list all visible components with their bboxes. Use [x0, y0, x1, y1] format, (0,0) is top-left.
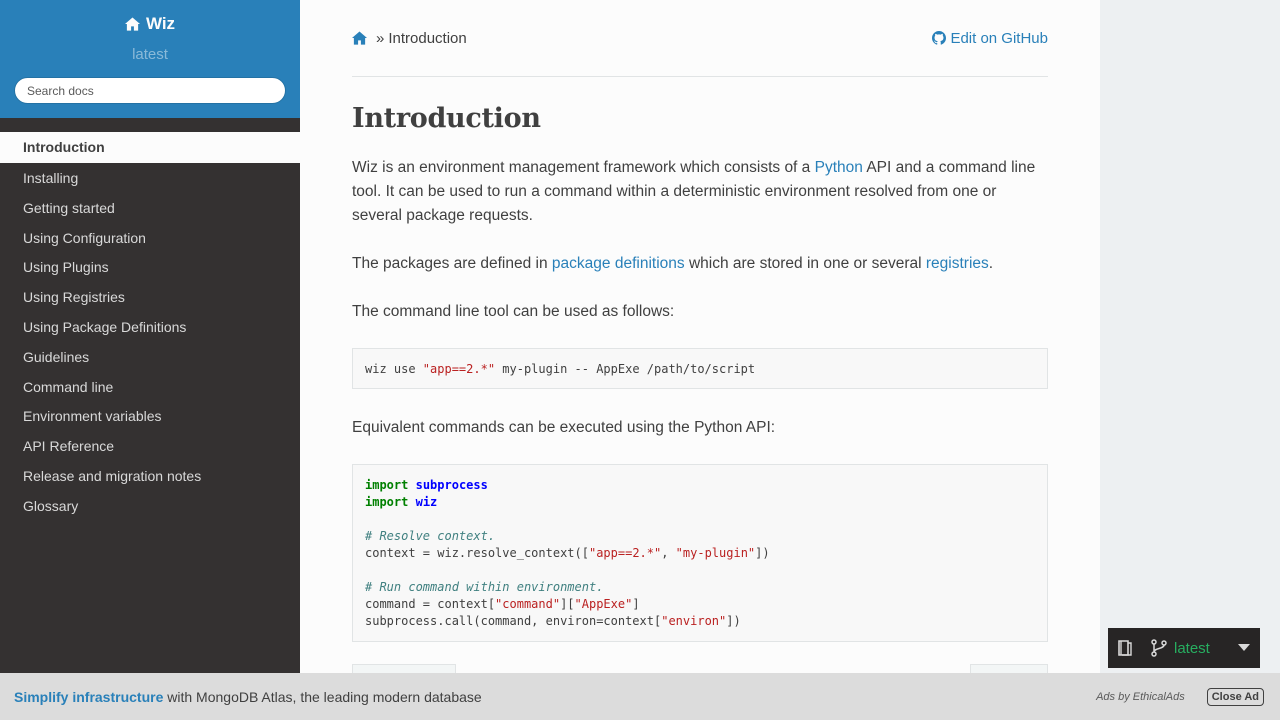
code-text: ][	[560, 597, 575, 611]
home-icon	[124, 17, 140, 31]
code-module: subprocess	[415, 478, 488, 492]
page-title: Introduction	[352, 103, 541, 134]
project-title: Wiz	[145, 14, 176, 33]
sidebar-item-environment-variables[interactable]: Environment variables	[0, 402, 300, 432]
sidebar-item-guidelines[interactable]: Guidelines	[0, 343, 300, 373]
sidebar-item-using-plugins[interactable]: Using Plugins	[0, 253, 300, 283]
ad-link[interactable]: Simplify infrastructure	[14, 689, 163, 705]
sidebar-item-introduction[interactable]: Introduction	[0, 132, 300, 163]
document: » Introduction Edit on GitHub Introducti…	[352, 0, 1048, 666]
ad-text: with MongoDB Atlas, the leading modern d…	[163, 688, 482, 705]
github-icon	[932, 31, 947, 45]
paragraph-cli: The command line tool can be used as fol…	[352, 303, 675, 320]
sidebar-header: Wiz latest	[0, 0, 300, 118]
code-string: "environ"	[661, 614, 727, 628]
code-block-cli: wiz use "app==2.*" my-plugin -- AppExe /…	[352, 348, 1048, 389]
content-area: » Introduction Edit on GitHub Introducti…	[300, 0, 1100, 720]
code-module: wiz	[415, 495, 438, 509]
package-definitions-link[interactable]: package definitions	[552, 255, 685, 272]
code-text: ])	[726, 614, 741, 628]
code-keyword: import	[365, 495, 409, 509]
text: Wiz is an environment management framewo…	[352, 159, 815, 176]
sidebar: Wiz latest Introduction Installing Getti…	[0, 0, 300, 720]
code-text: ])	[755, 546, 770, 560]
project-home-link[interactable]: Wiz	[124, 14, 176, 34]
home-icon[interactable]	[352, 31, 367, 45]
version-switcher[interactable]: latest	[1108, 628, 1260, 668]
code-keyword: import	[365, 478, 409, 492]
sidebar-item-installing[interactable]: Installing	[0, 164, 300, 194]
sidebar-nav: Introduction Installing Getting started …	[0, 132, 300, 522]
current-version-label: latest	[1174, 639, 1210, 657]
sidebar-item-release-notes[interactable]: Release and migration notes	[0, 462, 300, 492]
code-text: command = context[	[365, 597, 496, 611]
code-string: "app==2.*"	[588, 546, 662, 560]
code-text: ,	[661, 546, 676, 560]
code-block-python: import subprocess import wiz # Resolve c…	[352, 464, 1048, 642]
code-text: subprocess.call(command, environ=context…	[365, 614, 662, 628]
project-version: latest	[132, 46, 168, 63]
code-string: "AppExe"	[574, 597, 633, 611]
code-string: "my-plugin"	[675, 546, 756, 560]
code-string: "command"	[495, 597, 561, 611]
code-text: wiz use	[365, 362, 423, 376]
caret-down-icon	[1238, 644, 1250, 651]
edit-on-github-link[interactable]: Edit on GitHub	[932, 30, 1048, 47]
sidebar-item-using-package-definitions[interactable]: Using Package Definitions	[0, 313, 300, 343]
ad-banner: Simplify infrastructure with MongoDB Atl…	[0, 673, 1280, 720]
python-link[interactable]: Python	[815, 159, 863, 176]
ads-by-ethicalads-link[interactable]: Ads by EthicalAds	[1096, 691, 1185, 703]
breadcrumb: » Introduction Edit on GitHub	[352, 0, 1048, 77]
code-comment: # Run command within environment.	[365, 580, 604, 594]
paragraph-intro: Wiz is an environment management framewo…	[352, 156, 1048, 228]
edit-on-github-label: Edit on GitHub	[950, 29, 1048, 47]
sidebar-item-command-line[interactable]: Command line	[0, 373, 300, 403]
text: The packages are defined in	[352, 255, 552, 272]
code-text: my-plugin -- AppExe /path/to/script	[495, 362, 756, 376]
sidebar-item-glossary[interactable]: Glossary	[0, 492, 300, 522]
search-input[interactable]	[14, 77, 286, 104]
registries-link[interactable]: registries	[926, 255, 989, 272]
breadcrumb-trail: » Introduction	[352, 30, 467, 47]
sidebar-item-using-registries[interactable]: Using Registries	[0, 283, 300, 313]
code-text: ]	[632, 597, 640, 611]
paragraph-python-api: Equivalent commands can be executed usin…	[352, 419, 776, 436]
text: .	[988, 255, 994, 272]
git-branch-icon	[1151, 639, 1167, 657]
code-string: "app==2.*"	[422, 362, 496, 376]
breadcrumb-current: Introduction	[388, 29, 467, 47]
sidebar-item-getting-started[interactable]: Getting started	[0, 194, 300, 224]
sidebar-item-api-reference[interactable]: API Reference	[0, 432, 300, 462]
book-icon	[1118, 640, 1132, 656]
code-comment: # Resolve context.	[365, 529, 496, 543]
text: which are stored in one or several	[684, 255, 926, 272]
paragraph-packages: The packages are defined in package defi…	[352, 252, 1048, 276]
breadcrumb-separator: »	[376, 29, 385, 47]
sidebar-item-using-configuration[interactable]: Using Configuration	[0, 224, 300, 254]
close-ad-button[interactable]: Close Ad	[1206, 687, 1264, 706]
code-text: context = wiz.resolve_context([	[365, 546, 589, 560]
